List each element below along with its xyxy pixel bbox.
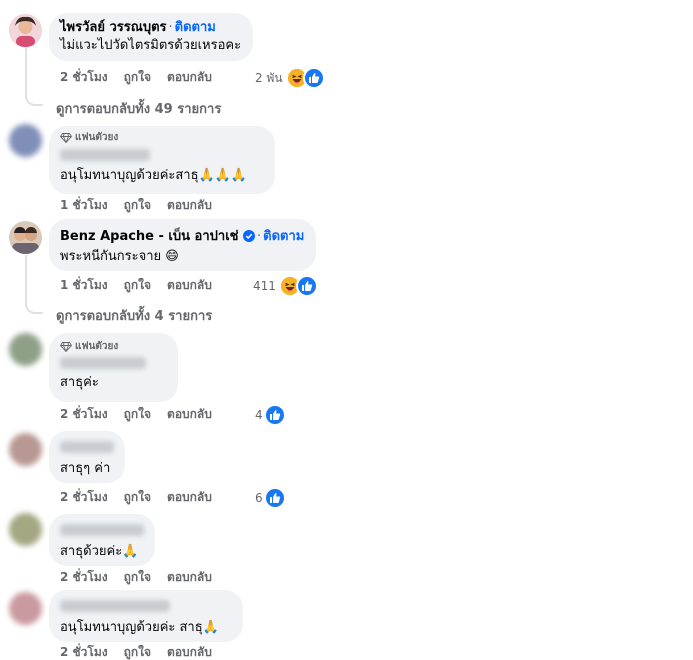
separator-dot: · (257, 229, 262, 244)
reply-button[interactable]: ตอบกลับ (167, 645, 212, 659)
comment-bubble: สาธุๆ ค่า (49, 431, 125, 483)
comment-text: สาธุค่ะ (60, 375, 99, 390)
author-name[interactable]: ไพรวัลย์ วรรณบุตร (60, 20, 167, 35)
timestamp[interactable]: 1 ชั่วโมง (60, 198, 108, 212)
comment-actions: 2 ชั่วโมง ถูกใจ ตอบกลับ (60, 489, 228, 505)
thread-curve (25, 94, 43, 106)
like-button[interactable]: ถูกใจ (124, 645, 151, 659)
comment-bubble: แฟนตัวยง สาธุค่ะ (49, 333, 178, 402)
author-name-blurred[interactable] (60, 357, 146, 369)
view-replies-link[interactable]: ดูการตอบกลับทั้ง 49 รายการ (56, 98, 221, 119)
badge-label: แฟนตัวยง (75, 132, 119, 143)
author-name[interactable]: Benz Apache - เบ็น อาปาเช่ (60, 229, 238, 244)
timestamp[interactable]: 2 ชั่วโมง (60, 570, 108, 584)
verified-icon (243, 230, 256, 248)
reply-button[interactable]: ตอบกลับ (167, 407, 212, 421)
reaction-summary[interactable]: 6 (255, 487, 286, 509)
timestamp[interactable]: 2 ชั่วโมง (60, 490, 108, 504)
view-replies-link[interactable]: ดูการตอบกลับทั้ง 4 รายการ (56, 305, 212, 326)
reaction-count: 4 (255, 408, 263, 422)
comment-text: อนุโมทนาบุญด้วยค่ะ สาธุ🙏 (60, 620, 219, 635)
follow-link[interactable]: ติดตาม (263, 229, 304, 244)
comment-actions: 2 ชั่วโมง ถูกใจ ตอบกลับ (60, 569, 228, 585)
timestamp[interactable]: 2 ชั่วโมง (60, 70, 108, 84)
comment-bubble: Benz Apache - เบ็น อาปาเช่ · ติดตาม พระหน… (49, 219, 317, 271)
comment-bubble: ไพรวัลย์ วรรณบุตร · ติดตาม ไม่แวะไปวัดไตรม… (49, 13, 254, 61)
like-button[interactable]: ถูกใจ (124, 278, 151, 292)
comment-actions: 2 ชั่วโมง ถูกใจ ตอบกลับ (60, 406, 228, 422)
comment-text: พระหนีกันกระจาย 😄 (60, 249, 179, 264)
thread-curve (25, 302, 43, 314)
comment-bubble: แฟนตัวยง อนุโมทนาบุญด้วยค่ะสาธุ🙏🙏🙏 (49, 126, 275, 194)
reaction-count: 2 พัน (255, 70, 283, 85)
reply-button[interactable]: ตอบกลับ (167, 570, 212, 584)
avatar[interactable] (9, 333, 42, 366)
like-icon (302, 67, 325, 89)
timestamp[interactable]: 2 ชั่วโมง (60, 407, 108, 421)
like-button[interactable]: ถูกใจ (124, 198, 151, 212)
badge-label: แฟนตัวยง (75, 341, 119, 352)
comment-text: ไม่แวะไปวัดไตรมิตรด้วยเหรอคะ (60, 38, 242, 53)
avatar[interactable] (9, 221, 42, 254)
avatar[interactable] (9, 592, 42, 625)
like-icon (295, 275, 318, 297)
comment-text: อนุโมทนาบุญด้วยค่ะสาธุ🙏🙏🙏 (60, 168, 248, 183)
reaction-summary[interactable]: 2 พัน (255, 67, 325, 89)
diamond-icon (60, 133, 72, 143)
reply-button[interactable]: ตอบกลับ (167, 278, 212, 292)
comment-bubble: สาธุด้วยค่ะ🙏 (49, 514, 155, 566)
comment-text: สาธุๆ ค่า (60, 461, 111, 476)
comment-actions: 1 ชั่วโมง ถูกใจ ตอบกลับ (60, 277, 228, 293)
author-name-blurred[interactable] (60, 441, 114, 453)
comment-bubble: อนุโมทนาบุญด้วยค่ะ สาธุ🙏 (49, 590, 243, 642)
avatar[interactable] (9, 124, 42, 157)
avatar[interactable] (9, 14, 42, 47)
reaction-summary[interactable]: 4 (255, 404, 286, 426)
avatar[interactable] (9, 433, 42, 466)
timestamp[interactable]: 2 ชั่วโมง (60, 645, 108, 659)
thread-line (25, 46, 27, 98)
comment-actions: 2 ชั่วโมง ถูกใจ ตอบกลับ (60, 69, 228, 85)
like-icon (263, 404, 286, 426)
reaction-count: 411 (253, 279, 276, 293)
comment-actions: 2 ชั่วโมง ถูกใจ ตอบกลับ (60, 644, 228, 660)
like-button[interactable]: ถูกใจ (124, 490, 151, 504)
reaction-count: 6 (255, 491, 263, 505)
comment-actions: 1 ชั่วโมง ถูกใจ ตอบกลับ (60, 197, 228, 213)
like-icon (263, 487, 286, 509)
like-button[interactable]: ถูกใจ (124, 570, 151, 584)
author-name-blurred[interactable] (60, 149, 150, 161)
separator-dot: · (168, 20, 173, 35)
author-name-blurred[interactable] (60, 524, 144, 536)
reaction-summary[interactable]: 411 (253, 275, 318, 297)
thread-line (25, 255, 27, 305)
reply-button[interactable]: ตอบกลับ (167, 490, 212, 504)
author-name-blurred[interactable] (60, 600, 170, 612)
reply-button[interactable]: ตอบกลับ (167, 70, 212, 84)
like-button[interactable]: ถูกใจ (124, 407, 151, 421)
like-button[interactable]: ถูกใจ (124, 70, 151, 84)
timestamp[interactable]: 1 ชั่วโมง (60, 278, 108, 292)
top-fan-badge: แฟนตัวยง (60, 340, 166, 354)
reply-button[interactable]: ตอบกลับ (167, 198, 212, 212)
top-fan-badge: แฟนตัวยง (60, 131, 263, 145)
comment-text: สาธุด้วยค่ะ🙏 (60, 544, 139, 559)
avatar[interactable] (9, 513, 42, 546)
follow-link[interactable]: ติดตาม (175, 20, 216, 35)
diamond-icon (60, 342, 72, 352)
